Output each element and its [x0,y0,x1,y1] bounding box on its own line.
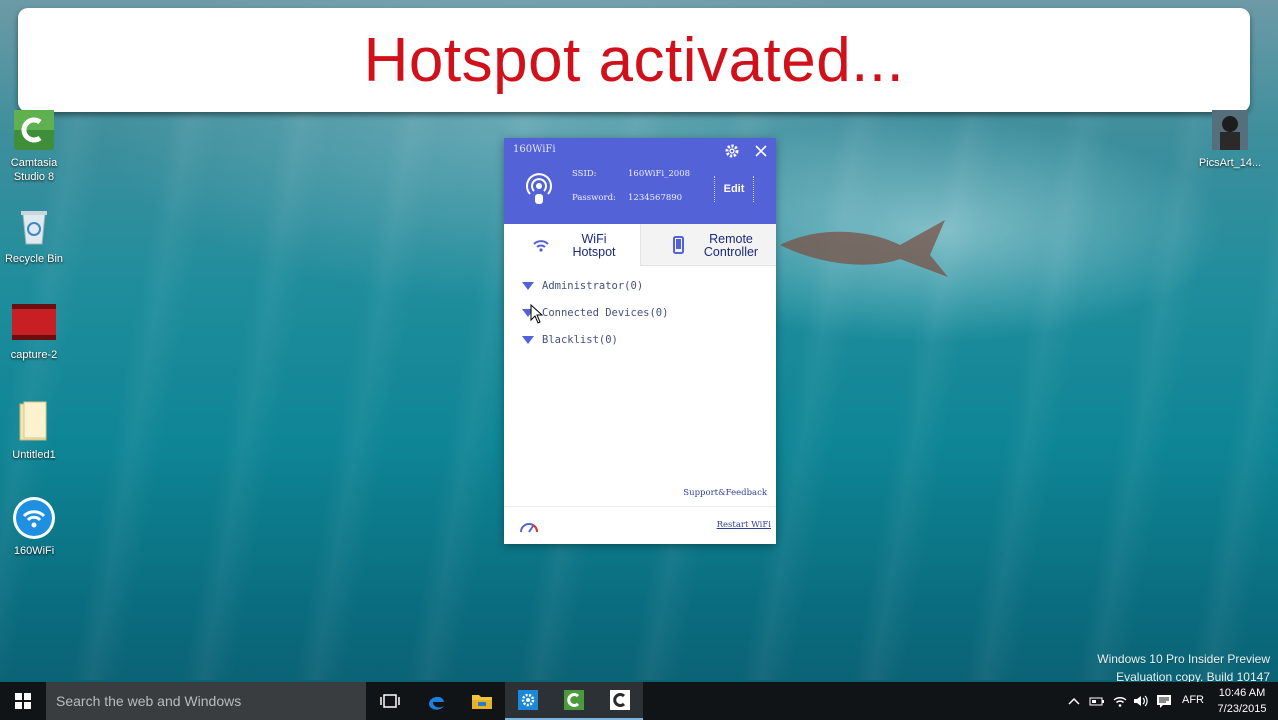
app-header: 160WiFi SSID: 160WiFi_2008 Password: 12345… [504,138,776,224]
desktop-icon-untitled[interactable]: Untitled1 [0,400,74,462]
desktop-icon-label: 160WiFi [13,545,55,557]
task-view-icon [380,694,400,708]
wifi-icon [532,236,550,254]
tab-label: Remote Controller [703,232,759,259]
support-feedback-link[interactable]: Support&Feedback [683,488,767,498]
search-placeholder: Search the web and Windows [56,693,242,709]
tab-wifi-hotspot[interactable]: WiFi Hotspot [504,224,640,266]
hotspot-icon [524,172,554,206]
edit-button[interactable]: Edit [714,176,754,202]
app-title: 160WiFi [513,144,556,155]
wifi-app-icon [12,496,56,540]
start-button[interactable] [0,682,46,720]
password-value: 1234567890 [628,193,683,203]
group-blacklist[interactable]: Blacklist(0) [522,332,618,348]
volume-icon[interactable] [1133,693,1149,709]
desktop-icon-recycle-bin[interactable]: Recycle Bin [0,204,74,266]
desktop-icon-label: Recycle Bin [4,253,64,265]
tab-bar: WiFi Hotspot Remote Controller [504,224,776,266]
ssid-value: 160WiFi_2008 [628,169,691,179]
desktop-icon-label: PicsArt_14... [1198,157,1262,169]
battery-icon[interactable] [1089,693,1105,709]
recycle-bin-icon [12,204,56,248]
desktop-icon-160wifi[interactable]: 160WiFi [0,496,74,558]
desktop-icon-label: Untitled1 [12,449,56,461]
desktop-icon-label: capture-2 [10,349,58,361]
password-label: Password: [572,193,616,203]
desktop-icon-capture[interactable]: capture-2 [0,300,74,362]
camtasia-recorder-icon [610,690,630,710]
camtasia-recorder-taskbar-button[interactable] [597,682,643,720]
group-label: Administrator(0) [542,280,644,292]
status-banner: Hotspot activated... [18,8,1250,112]
mermaid-tail-background [780,220,948,277]
photo-thumbnail-icon [1208,108,1252,152]
ssid-label: SSID: [572,169,597,179]
windows-watermark: Windows 10 Pro Insider Preview Evaluatio… [1097,650,1270,686]
folder-icon [12,400,56,444]
settings-app-icon [518,690,538,710]
app-footer: Restart WiFi [504,506,776,544]
tab-remote-controller[interactable]: Remote Controller [640,224,776,266]
task-view-button[interactable] [367,682,413,720]
desktop-icon-camtasia[interactable]: Camtasia Studio 8 [0,108,74,184]
clock[interactable]: 10:46 AM 7/23/2015 [1212,685,1272,717]
ssid-row: SSID: 160WiFi_2008 [572,169,690,179]
camtasia-icon [12,108,56,152]
restart-wifi-link[interactable]: Restart WiFi [717,520,771,530]
file-explorer-button[interactable] [459,682,505,720]
file-explorer-icon [472,695,492,709]
banner-text: Hotspot activated... [363,25,905,95]
language-indicator[interactable]: AFR [1182,694,1204,706]
windows-logo-icon [15,693,31,709]
action-center-icon[interactable] [1156,693,1172,709]
settings-app-button[interactable] [505,682,551,720]
camtasia-taskbar-button[interactable] [551,682,597,720]
triangle-down-icon [522,336,534,344]
password-row: Password: 1234567890 [572,193,682,203]
phone-icon [669,236,687,254]
triangle-down-icon [522,282,534,290]
wifi-app-window: 160WiFi SSID: 160WiFi_2008 Password: 12345… [504,138,776,544]
tab-label: WiFi Hotspot [572,232,616,259]
clock-time: 10:46 AM [1218,687,1266,699]
close-icon[interactable] [752,142,770,160]
watermark-line: Windows 10 Pro Insider Preview [1097,652,1270,666]
group-label: Blacklist(0) [542,334,618,346]
gear-icon[interactable] [723,142,741,160]
edge-icon [429,696,444,710]
group-administrator[interactable]: Administrator(0) [522,278,643,294]
desktop-icon-label: Camtasia Studio 8 [10,157,58,183]
desktop-icon-picsart[interactable]: PicsArt_14... [1190,108,1270,170]
speedometer-icon[interactable] [518,518,540,534]
mouse-cursor-icon [530,304,544,324]
edge-button[interactable] [413,682,459,720]
clock-date: 7/23/2015 [1217,703,1267,715]
camtasia-icon [564,690,584,710]
network-icon[interactable] [1112,693,1128,709]
video-file-icon [12,300,56,344]
group-label: Connected Devices(0) [542,307,669,319]
chevron-up-icon[interactable] [1066,693,1082,709]
taskbar: Search the web and Windows AFR 10:46 AM … [0,682,1278,720]
search-box[interactable]: Search the web and Windows [46,682,366,720]
